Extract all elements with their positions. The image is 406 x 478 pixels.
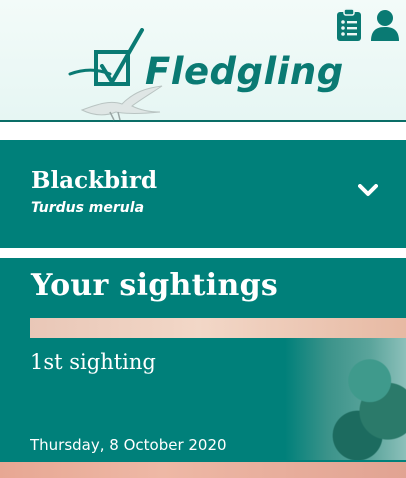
sighting-card[interactable]: 1st sighting Thursday, 8 October 2020 [30,318,406,460]
sighting-photo-strip [30,318,406,338]
next-sighting-photo-strip[interactable] [0,462,406,478]
chevron-down-icon[interactable] [358,184,378,198]
clipboard-list-icon[interactable] [333,8,365,42]
species-panel[interactable]: Blackbird Turdus merula [0,140,406,248]
flying-bird-icon [80,85,163,121]
sighting-label: 1st sighting [30,350,156,374]
sightings-title: Your sightings [31,268,279,303]
app-brand-title: Fledgling [145,50,344,93]
sighting-date: Thursday, 8 October 2020 [30,436,227,454]
user-icon[interactable] [369,8,401,42]
app-header: Fledgling [0,0,406,122]
species-latin-name: Turdus merula [31,200,145,216]
sighting-photo [285,338,406,460]
sightings-section: Your sightings 1st sighting Thursday, 8 … [0,258,406,478]
species-name: Blackbird [31,167,158,194]
